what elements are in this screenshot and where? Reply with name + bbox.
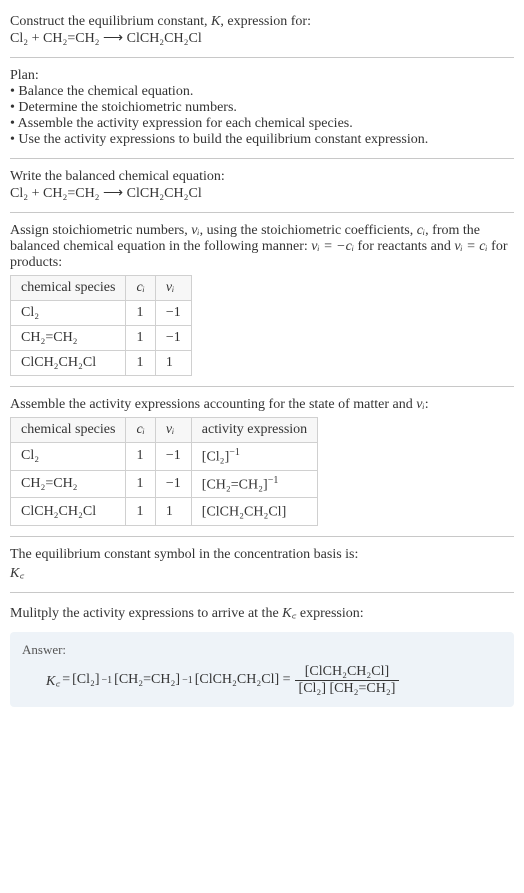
table-row: CH₂=CH₂ 1 −1 [CH₂=CH₂]−1 bbox=[11, 470, 318, 498]
activity-title: Assemble the activity expressions accoun… bbox=[10, 397, 514, 413]
rule-reactants: νᵢ = −cᵢ bbox=[311, 239, 354, 254]
activity-colon: : bbox=[425, 397, 429, 412]
col-species: chemical species bbox=[11, 418, 126, 443]
ci-cell: 1 bbox=[126, 443, 155, 471]
divider bbox=[10, 158, 514, 159]
table-row: Cl₂ 1 −1 bbox=[11, 301, 192, 326]
ci-cell: 1 bbox=[126, 470, 155, 498]
multiply-text: Mulitply the activity expressions to arr… bbox=[10, 606, 282, 621]
symbol-section: The equilibrium constant symbol in the c… bbox=[10, 541, 514, 588]
col-ci: cᵢ bbox=[126, 276, 155, 301]
divider bbox=[10, 536, 514, 537]
nu-cell: 1 bbox=[155, 351, 191, 376]
term: [ClCH₂CH₂Cl] = bbox=[195, 672, 291, 688]
col-nu: νᵢ bbox=[155, 418, 191, 443]
activity-text: Assemble the activity expressions accoun… bbox=[10, 397, 416, 412]
balanced-equation: Cl₂ + CH₂=CH₂ ⟶ ClCH₂CH₂Cl bbox=[10, 185, 514, 202]
plan-bullet-2: • Determine the stoichiometric numbers. bbox=[10, 100, 514, 116]
stoich-intro: Assign stoichiometric numbers, νᵢ, using… bbox=[10, 223, 514, 271]
symbol-text: The equilibrium constant symbol in the c… bbox=[10, 547, 514, 563]
balanced-title: Write the balanced chemical equation: bbox=[10, 169, 514, 185]
table-header-row: chemical species cᵢ νᵢ activity expressi… bbox=[11, 418, 318, 443]
divider bbox=[10, 386, 514, 387]
kc-symbol: K꜀ bbox=[46, 671, 60, 690]
stoich-text: Assign stoichiometric numbers, bbox=[10, 223, 191, 238]
kc-symbol: K꜀ bbox=[282, 606, 296, 621]
stoich-text: for reactants and bbox=[354, 239, 454, 254]
ci-symbol: cᵢ bbox=[417, 223, 425, 238]
term: [Cl₂] bbox=[72, 672, 99, 688]
plan-bullet-4: • Use the activity expressions to build … bbox=[10, 132, 514, 148]
multiply-text: expression: bbox=[296, 606, 363, 621]
expr-exp: −1 bbox=[229, 447, 240, 458]
prompt-equation: Cl₂ + CH₂=CH₂ ⟶ ClCH₂CH₂Cl bbox=[10, 31, 202, 46]
nu-cell: −1 bbox=[155, 301, 191, 326]
fraction-numerator: [ClCH₂CH₂Cl] bbox=[295, 664, 400, 681]
species-cell: Cl₂ bbox=[11, 301, 126, 326]
expr-exp: −1 bbox=[268, 475, 279, 486]
term-exp: −1 bbox=[102, 675, 113, 686]
expr-base: [Cl₂] bbox=[202, 450, 229, 465]
activity-expr-cell: [ClCH₂CH₂Cl] bbox=[191, 498, 317, 526]
ci-cell: 1 bbox=[126, 498, 155, 526]
divider bbox=[10, 212, 514, 213]
prompt-text-2: , expression for: bbox=[220, 14, 311, 29]
table-row: ClCH₂CH₂Cl 1 1 bbox=[11, 351, 192, 376]
nu-cell: −1 bbox=[155, 326, 191, 351]
species-cell: CH₂=CH₂ bbox=[11, 470, 126, 498]
col-nu: νᵢ bbox=[155, 276, 191, 301]
term-exp: −1 bbox=[182, 675, 193, 686]
ci-cell: 1 bbox=[126, 351, 155, 376]
col-ci: cᵢ bbox=[126, 418, 155, 443]
plan-title: Plan: bbox=[10, 68, 514, 84]
divider bbox=[10, 57, 514, 58]
plan-bullet-1: • Balance the chemical equation. bbox=[10, 84, 514, 100]
italic-K: K bbox=[211, 14, 220, 29]
activity-section: Assemble the activity expressions accoun… bbox=[10, 391, 514, 532]
answer-box: Answer: K꜀ = [Cl₂]−1 [CH₂=CH₂]−1 [ClCH₂C… bbox=[10, 632, 514, 707]
multiply-section: Mulitply the activity expressions to arr… bbox=[10, 597, 514, 628]
table-row: CH₂=CH₂ 1 −1 bbox=[11, 326, 192, 351]
col-activity-expr: activity expression bbox=[191, 418, 317, 443]
fraction-denominator: [Cl₂] [CH₂=CH₂] bbox=[295, 681, 400, 697]
ci-cell: 1 bbox=[126, 301, 155, 326]
nu-symbol: νᵢ bbox=[416, 397, 424, 412]
activity-expr-cell: [Cl₂]−1 bbox=[191, 443, 317, 471]
nu-symbol: νᵢ bbox=[191, 223, 199, 238]
balanced-section: Write the balanced chemical equation: Cl… bbox=[10, 163, 514, 208]
table-row: Cl₂ 1 −1 [Cl₂]−1 bbox=[11, 443, 318, 471]
plan-bullet-3: • Assemble the activity expression for e… bbox=[10, 116, 514, 132]
nu-cell: −1 bbox=[155, 443, 191, 471]
table-row: ClCH₂CH₂Cl 1 1 [ClCH₂CH₂Cl] bbox=[11, 498, 318, 526]
kc-symbol: K꜀ bbox=[10, 563, 514, 582]
species-cell: ClCH₂CH₂Cl bbox=[11, 498, 126, 526]
fraction: [ClCH₂CH₂Cl] [Cl₂] [CH₂=CH₂] bbox=[295, 664, 400, 697]
answer-label: Answer: bbox=[22, 642, 502, 658]
expr-base: [CH₂=CH₂] bbox=[202, 477, 268, 492]
expr-base: [ClCH₂CH₂Cl] bbox=[202, 505, 286, 520]
activity-table: chemical species cᵢ νᵢ activity expressi… bbox=[10, 417, 318, 526]
activity-expr-cell: [CH₂=CH₂]−1 bbox=[191, 470, 317, 498]
plan-section: Plan: • Balance the chemical equation. •… bbox=[10, 62, 514, 154]
nu-cell: −1 bbox=[155, 470, 191, 498]
species-cell: Cl₂ bbox=[11, 443, 126, 471]
answer-equation: K꜀ = [Cl₂]−1 [CH₂=CH₂]−1 [ClCH₂CH₂Cl] = … bbox=[22, 664, 502, 697]
ci-cell: 1 bbox=[126, 326, 155, 351]
species-cell: CH₂=CH₂ bbox=[11, 326, 126, 351]
equals: = bbox=[62, 672, 70, 688]
rule-products: νᵢ = cᵢ bbox=[454, 239, 487, 254]
table-header-row: chemical species cᵢ νᵢ bbox=[11, 276, 192, 301]
stoich-table: chemical species cᵢ νᵢ Cl₂ 1 −1 CH₂=CH₂ … bbox=[10, 275, 192, 376]
term: [CH₂=CH₂] bbox=[114, 672, 180, 688]
stoich-section: Assign stoichiometric numbers, νᵢ, using… bbox=[10, 217, 514, 382]
col-species: chemical species bbox=[11, 276, 126, 301]
divider bbox=[10, 592, 514, 593]
prompt-text-1: Construct the equilibrium constant, bbox=[10, 14, 211, 29]
nu-cell: 1 bbox=[155, 498, 191, 526]
stoich-text: , using the stoichiometric coefficients, bbox=[200, 223, 417, 238]
species-cell: ClCH₂CH₂Cl bbox=[11, 351, 126, 376]
prompt-header: Construct the equilibrium constant, K, e… bbox=[10, 8, 514, 53]
